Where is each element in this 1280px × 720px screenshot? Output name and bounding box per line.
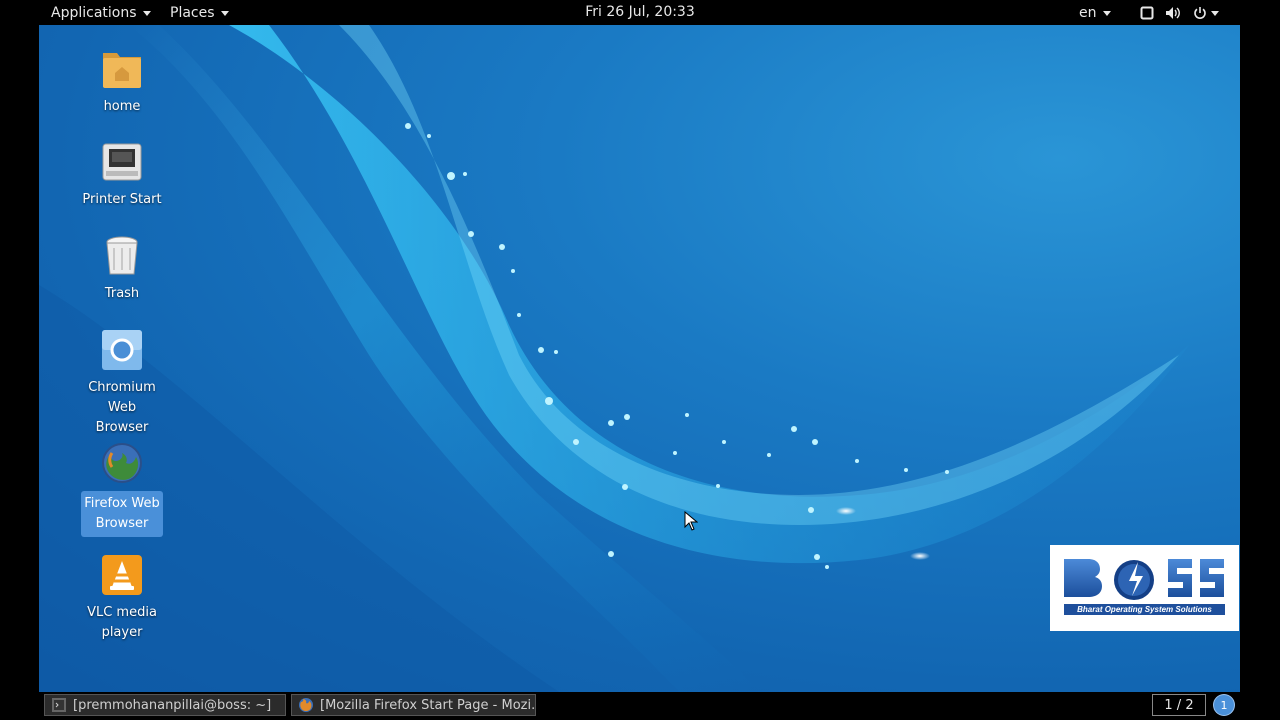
folder-icon [100,47,144,91]
desktop-icon-label: home [103,99,141,114]
desktop-icon-label: VLC media player [87,605,157,640]
notification-badge[interactable]: 1 [1214,695,1234,715]
desktop-icon-firefox[interactable]: Firefox Web Browser [72,441,172,537]
boss-logo-mark [1064,559,1224,600]
places-label: Places [170,4,215,21]
bottom-panel: [premmohananpillai@boss: ~] [Mozilla Fir… [0,692,1280,720]
taskbar-item-label: [Mozilla Firefox Start Page - Mozi... [320,697,536,713]
boss-tagline: Bharat Operating System Solutions [1064,604,1225,615]
firefox-icon [100,441,144,485]
applications-label: Applications [51,4,137,21]
trash-icon [100,234,144,278]
desktop[interactable]: home Printer Start Trash Chromium Web Br… [39,25,1240,692]
desktop-icon-label: Chromium Web Browser [88,380,156,435]
top-panel: Applications Places Fri 26 Jul, 20:33 en [0,0,1280,25]
mouse-cursor-icon [684,511,698,531]
taskbar-item-terminal[interactable]: [premmohananpillai@boss: ~] [44,694,286,716]
power-icon[interactable] [1191,5,1221,21]
clock[interactable]: Fri 26 Jul, 20:33 [585,4,695,20]
language-label: en [1079,4,1097,21]
workspace-switcher[interactable]: 1 / 2 [1152,694,1206,716]
chromium-icon [100,328,144,372]
desktop-icon-chromium[interactable]: Chromium Web Browser [72,328,172,438]
terminal-icon [52,698,66,712]
desktop-icon-trash[interactable]: Trash [72,234,172,304]
desktop-icon-printer-start[interactable]: Printer Start [72,140,172,210]
taskbar-item-label: [premmohananpillai@boss: ~] [73,697,272,713]
desktop-icon-label: Printer Start [82,192,162,207]
screen-icon[interactable] [1139,5,1155,21]
chevron-down-icon [1102,10,1111,16]
firefox-icon [299,698,313,712]
volume-icon[interactable] [1165,5,1181,21]
printer-icon [100,140,144,184]
places-menu[interactable]: Places [170,0,229,25]
chevron-down-icon [1211,10,1219,16]
applications-menu[interactable]: Applications [51,0,151,25]
chevron-down-icon [142,10,151,16]
vlc-icon [100,553,144,597]
desktop-icon-home[interactable]: home [72,47,172,117]
desktop-icon-label: Firefox Web Browser [81,491,163,537]
language-menu[interactable]: en [1079,0,1111,25]
taskbar-item-firefox[interactable]: [Mozilla Firefox Start Page - Mozi... [291,694,536,716]
boss-logo: Bharat Operating System Solutions [1050,545,1239,631]
chevron-down-icon [220,10,229,16]
desktop-icon-label: Trash [104,286,140,301]
desktop-icon-vlc[interactable]: VLC media player [72,553,172,643]
system-tray[interactable] [1139,0,1221,25]
